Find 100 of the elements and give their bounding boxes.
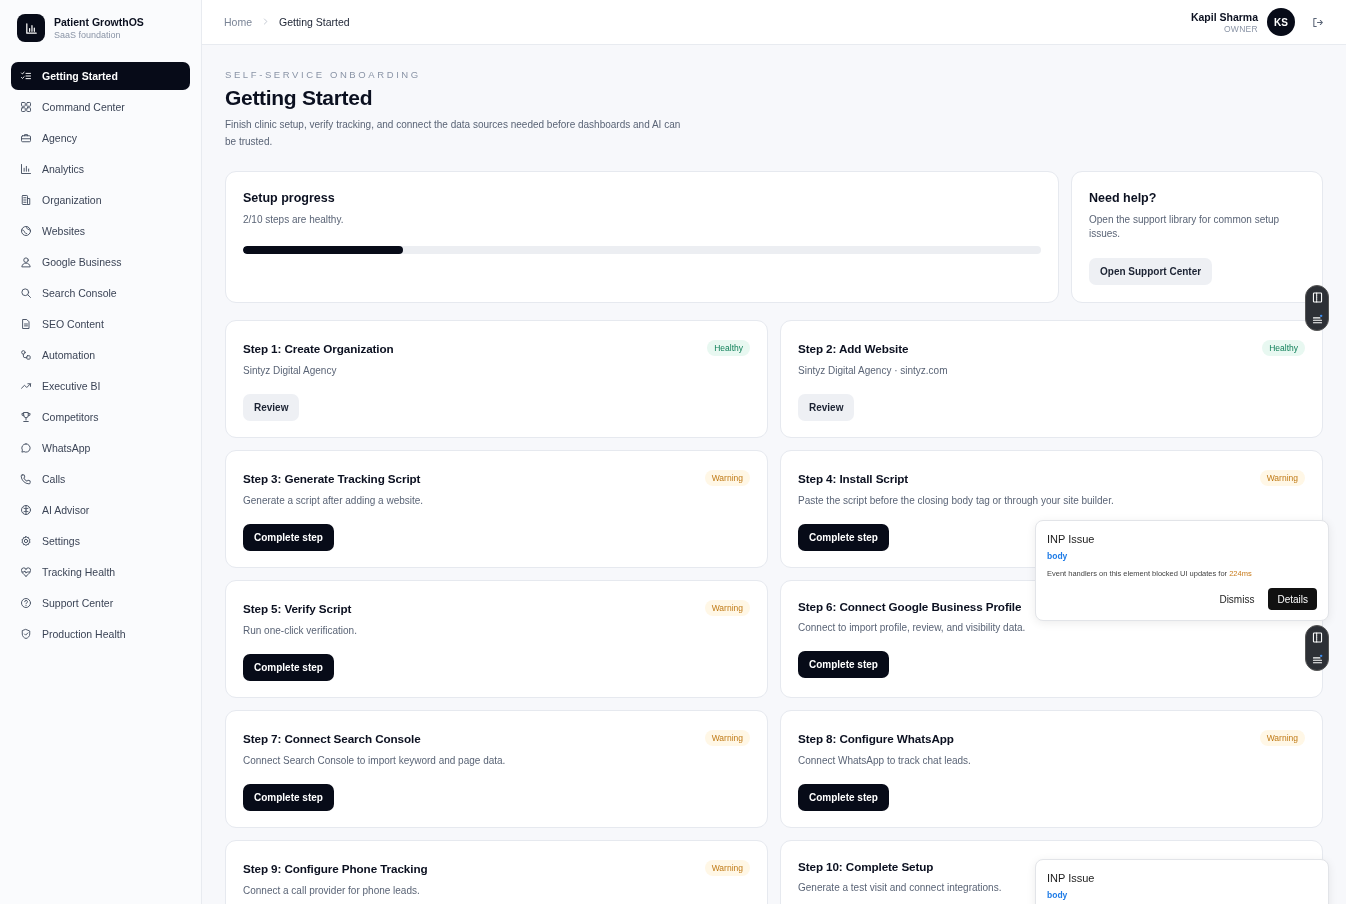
sidebar-item[interactable]: WhatsApp <box>11 434 190 462</box>
element-selector[interactable]: body <box>1047 890 1317 900</box>
step-title: Step 6: Connect Google Business Profile <box>798 600 1022 613</box>
sidebar-item[interactable]: Settings <box>11 527 190 555</box>
list-icon <box>1310 312 1324 326</box>
sidebar-item-label: Production Health <box>42 628 126 640</box>
step-detail: Paste the script before the closing body tag or through your site builder. <box>798 494 1114 508</box>
popup-title: INP Issue <box>1047 872 1096 884</box>
status-badge: Warning <box>704 600 750 616</box>
sidebar-item[interactable]: Support Center <box>11 589 190 617</box>
complete-step-button[interactable]: Complete step <box>798 784 889 811</box>
chat-icon <box>20 442 32 454</box>
sidebar-item-label: Competitors <box>42 411 99 423</box>
trophy-icon <box>20 411 32 423</box>
sidebar-item-label: Automation <box>42 349 96 361</box>
shield-icon <box>20 628 32 640</box>
trend-icon <box>20 380 32 392</box>
status-badge: Warning <box>1259 730 1305 746</box>
sidebar-item[interactable]: Agency <box>11 124 190 152</box>
step-title: Step 9: Configure Phone Tracking <box>243 861 428 875</box>
element-selector[interactable]: body <box>1047 551 1317 561</box>
review-button[interactable]: Review <box>798 394 855 421</box>
phone-icon <box>20 473 32 485</box>
support-center-button[interactable]: Open Support Center <box>1089 258 1213 285</box>
brain-icon <box>20 504 32 516</box>
sidebar-item-label: WhatsApp <box>42 442 91 454</box>
sidebar-item-label: SEO Content <box>42 318 104 330</box>
sidebar-item-label: Support Center <box>42 597 114 609</box>
sidebar-item[interactable]: Analytics <box>11 155 190 183</box>
search-icon <box>20 287 32 299</box>
user-avatar[interactable]: KS <box>1267 8 1295 36</box>
sidebar-item[interactable]: Competitors <box>11 403 190 431</box>
sidebar-item[interactable]: Getting Started <box>11 62 190 90</box>
status-badge: Warning <box>704 730 750 746</box>
sidebar-item[interactable]: Production Health <box>11 620 190 648</box>
sidebar-item-label: Calls <box>42 473 66 485</box>
grid-icon <box>20 101 32 113</box>
panel-icon <box>1310 630 1324 644</box>
card-title: Setup progress <box>243 191 336 205</box>
step-detail: Sintyz Digital Agency · sintyz.com <box>798 364 948 378</box>
sidebar-item-label: Analytics <box>42 163 84 175</box>
sidebar-item-label: Executive BI <box>42 380 101 392</box>
step-detail: Sintyz Digital Agency <box>243 364 337 378</box>
sidebar-item-label: Command Center <box>42 101 125 113</box>
complete-step-button[interactable]: Complete step <box>243 524 334 551</box>
sidebar-item[interactable]: Websites <box>11 217 190 245</box>
sidebar-item-label: Google Business <box>42 256 122 268</box>
sidebar-item[interactable]: SEO Content <box>11 310 190 338</box>
sidebar-item-label: Search Console <box>42 287 117 299</box>
details-button[interactable]: Details <box>1268 588 1317 610</box>
sidebar-item-label: Websites <box>42 225 85 237</box>
user-icon <box>20 256 32 268</box>
brand-name: Patient GrowthOS <box>54 16 144 28</box>
user-role: OWNER <box>1222 23 1258 34</box>
sidebar-item-label: AI Advisor <box>42 504 90 516</box>
sidebar-item[interactable]: Organization <box>11 186 190 214</box>
popup-title: INP Issue <box>1047 533 1096 545</box>
sidebar-item[interactable]: Automation <box>11 341 190 369</box>
status-badge: Warning <box>1259 470 1305 486</box>
bar-chart-icon <box>20 163 32 175</box>
sidebar-item[interactable]: Google Business <box>11 248 190 276</box>
brand-tagline: SaaS foundation <box>54 30 122 40</box>
sidebar-item[interactable]: Command Center <box>11 93 190 121</box>
sidebar-item-label: Organization <box>42 194 102 206</box>
step-title: Step 8: Configure WhatsApp <box>798 731 954 745</box>
step-detail: Connect a call provider for phone leads. <box>243 884 420 898</box>
complete-step-button[interactable]: Complete step <box>243 784 334 811</box>
page-eyebrow: SELF-SERVICE ONBOARDING <box>225 69 422 80</box>
help-text: Open the support library for common setup issues. <box>1089 213 1281 241</box>
step-title: Step 4: Install Script <box>798 471 909 485</box>
breadcrumb-item: Getting Started <box>279 16 350 28</box>
review-button[interactable]: Review <box>243 394 300 421</box>
page-title: Getting Started <box>225 86 374 110</box>
dismiss-button[interactable]: Dismiss <box>1217 588 1257 610</box>
step-title: Step 7: Connect Search Console <box>243 731 421 745</box>
sidebar-item-label: Tracking Health <box>42 566 116 578</box>
step-detail: Run one-click verification. <box>243 624 357 638</box>
sidebar-item[interactable]: Calls <box>11 465 190 493</box>
sidebar-item[interactable]: Executive BI <box>11 372 190 400</box>
step-detail: Connect Search Console to import keyword and page data. <box>243 754 506 768</box>
bar-chart-icon <box>23 20 39 36</box>
breadcrumb-item[interactable]: Home <box>224 16 252 28</box>
settings-icon <box>20 535 32 547</box>
sidebar-item[interactable]: AI Advisor <box>11 496 190 524</box>
complete-step-button[interactable]: Complete step <box>798 651 889 678</box>
status-badge: Warning <box>704 860 750 876</box>
briefcase-icon <box>20 132 32 144</box>
globe-icon <box>20 225 32 237</box>
complete-step-button[interactable]: Complete step <box>798 524 889 551</box>
sidebar-item[interactable]: Tracking Health <box>11 558 190 586</box>
step-detail: Connect to import profile, review, and visibility data. <box>798 621 1026 635</box>
card-title: Need help? <box>1089 191 1158 205</box>
step-title: Step 5: Verify Script <box>243 601 352 615</box>
chevron-right-icon <box>261 17 270 26</box>
document-icon <box>20 318 32 330</box>
status-badge: Healthy <box>1262 340 1305 356</box>
complete-step-button[interactable]: Complete step <box>243 654 334 681</box>
user-name: Kapil Sharma <box>1190 10 1258 23</box>
sidebar-item[interactable]: Search Console <box>11 279 190 307</box>
step-title: Step 2: Add Website <box>798 341 909 355</box>
